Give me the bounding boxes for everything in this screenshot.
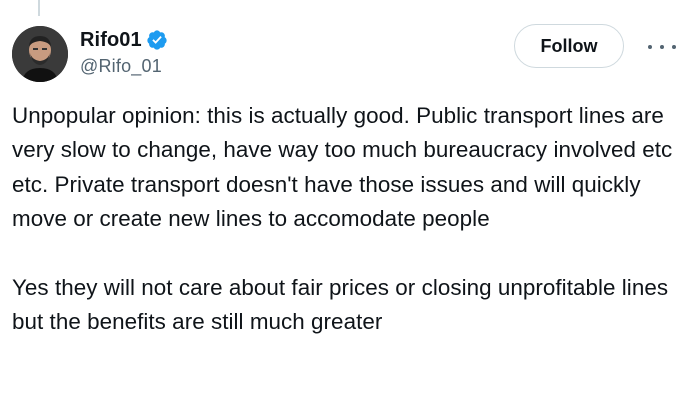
display-name-row: Rifo01 bbox=[80, 28, 168, 52]
more-dot bbox=[648, 45, 652, 49]
thread-connector-line bbox=[38, 0, 40, 16]
tweet-header: Rifo01 @Rifo_01 Follow bbox=[12, 22, 678, 84]
more-dot bbox=[672, 45, 676, 49]
author-handle[interactable]: @Rifo_01 bbox=[80, 56, 168, 77]
tweet-paragraph: Yes they will not care about fair prices… bbox=[12, 275, 669, 335]
tweet-paragraph: Unpopular opinion: this is actually good… bbox=[12, 103, 673, 232]
more-horizontal-icon[interactable] bbox=[648, 38, 676, 56]
tweet-body: Unpopular opinion: this is actually good… bbox=[12, 99, 682, 340]
display-name[interactable]: Rifo01 bbox=[80, 29, 142, 52]
verified-badge-icon bbox=[146, 29, 168, 51]
author-names: Rifo01 @Rifo_01 bbox=[80, 28, 168, 77]
follow-button[interactable]: Follow bbox=[514, 24, 624, 68]
avatar-photo-icon bbox=[12, 26, 68, 82]
more-dot bbox=[660, 45, 664, 49]
avatar[interactable] bbox=[12, 26, 68, 82]
